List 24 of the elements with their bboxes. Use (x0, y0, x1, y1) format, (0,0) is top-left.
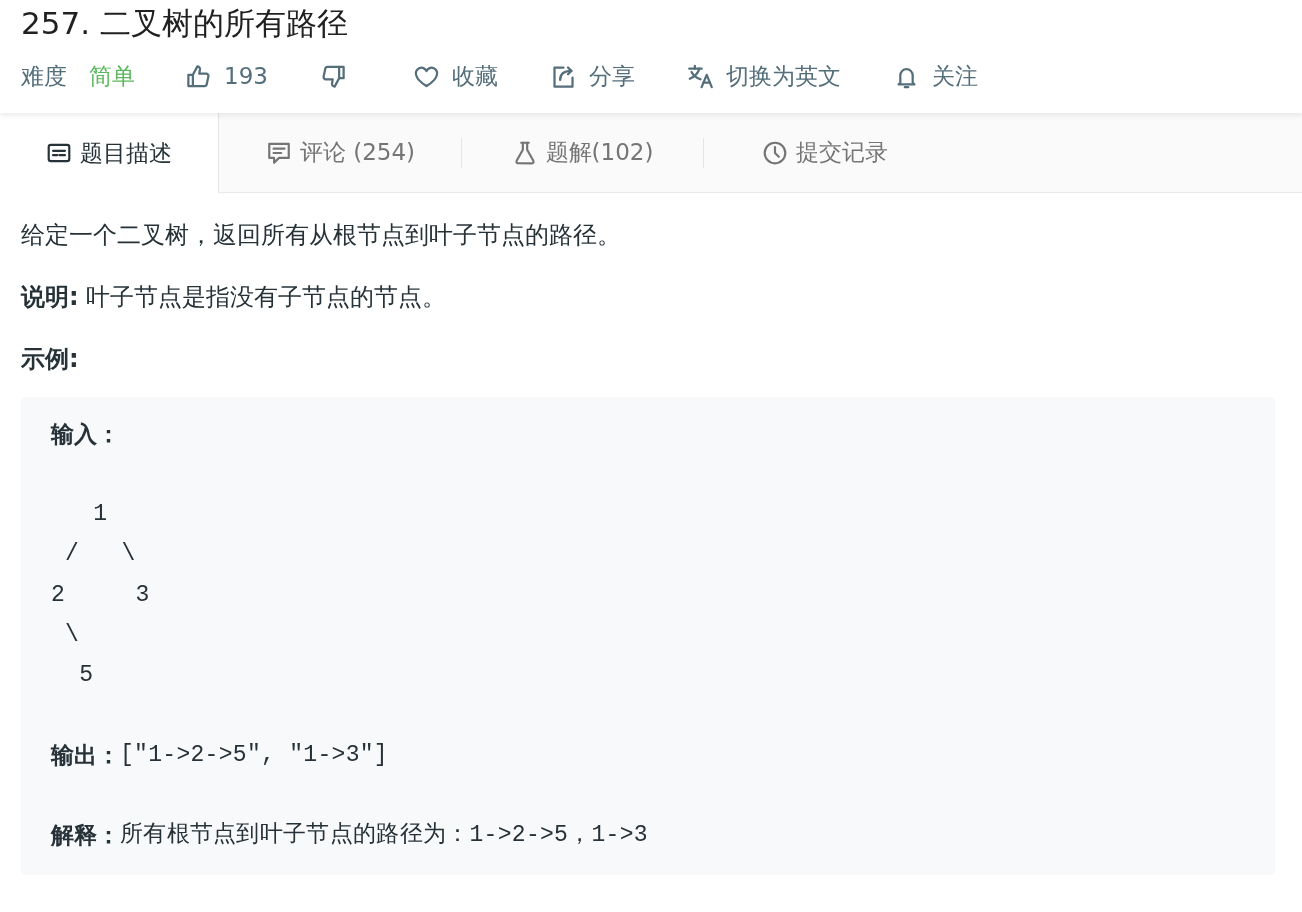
difficulty-value: 简单 (89, 61, 135, 91)
description-paragraph: 说明: 叶子节点是指没有子节点的节点。 (21, 282, 448, 313)
explanation-text: 所有根节点到叶子节点的路径为：1->2->5，1->3 (120, 821, 648, 851)
description-tab[interactable]: 题目描述 (0, 113, 219, 193)
solutions-tab[interactable]: 题解(102) (462, 113, 703, 192)
comments-tab[interactable]: 评论 (254) (220, 113, 461, 192)
thumbs-up-icon (185, 62, 212, 90)
input-label: 输入： (51, 420, 120, 449)
description-paragraph: 给定一个二叉树，返回所有从根节点到叶子节点的路径。 (21, 220, 622, 251)
share-button[interactable]: 分享 (549, 60, 635, 92)
explanation-label: 解释： (51, 821, 120, 851)
favorite-button[interactable]: 收藏 (412, 60, 498, 92)
translate-icon (686, 62, 714, 90)
difficulty-label: 难度 (21, 61, 67, 91)
output-label: 输出： (51, 741, 120, 771)
problem-title: 257. 二叉树的所有路径 (21, 4, 348, 43)
follow-button[interactable]: 关注 (892, 60, 978, 92)
tree-diagram-text: 1 / \ 2 3 \ 5 (51, 500, 151, 691)
clock-icon (761, 139, 788, 166)
output-value: ["1->2->5", "1->3"] (120, 741, 388, 771)
like-button[interactable]: 193 (185, 62, 268, 90)
example-heading: 示例: (21, 344, 80, 375)
translate-button[interactable]: 切换为英文 (686, 60, 841, 92)
submissions-tab[interactable]: 提交记录 (704, 113, 945, 192)
